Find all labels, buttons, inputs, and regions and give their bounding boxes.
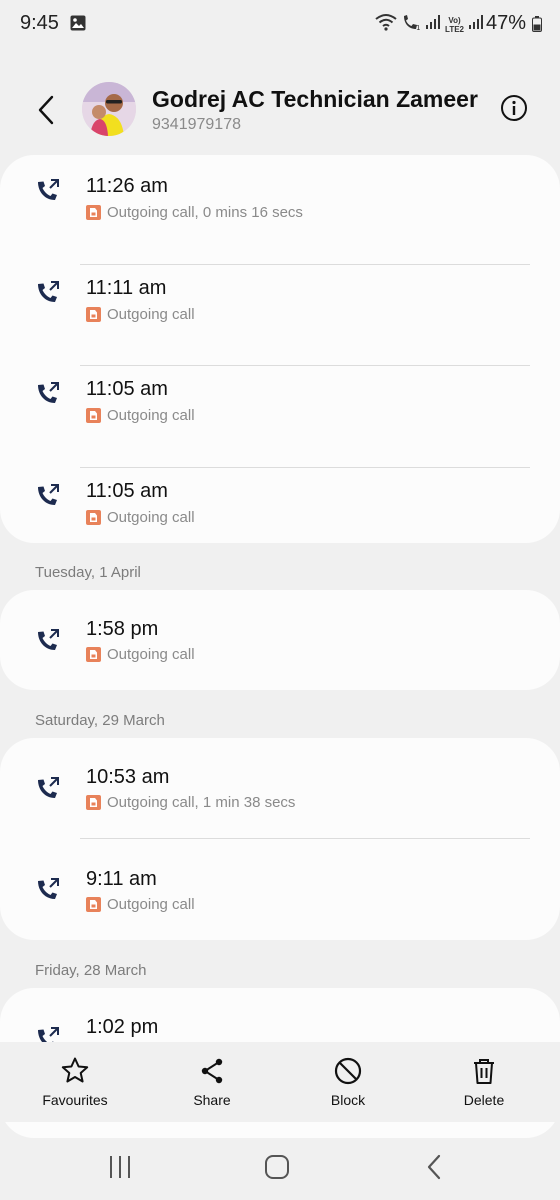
- lte-label: LTE2: [445, 24, 464, 34]
- status-bar: 9:45 1 Vo) LTE2 47%: [0, 0, 560, 48]
- system-nav-bar: [0, 1130, 560, 1200]
- call-group-card: 1:58 pm Outgoing call: [0, 590, 560, 690]
- call-entry[interactable]: 1:58 pm Outgoing call: [0, 590, 560, 690]
- call-detail: Outgoing call, 1 min 38 secs: [86, 794, 295, 811]
- call-detail-text: Outgoing call: [107, 305, 195, 323]
- outgoing-call-icon: [36, 279, 62, 305]
- delete-label: Delete: [463, 1092, 505, 1108]
- call-entry[interactable]: 10:53 am Outgoing call, 1 min 38 secs: [0, 738, 560, 839]
- outgoing-call-icon: [36, 380, 62, 406]
- avatar[interactable]: [82, 82, 136, 136]
- sim-card-icon: [86, 306, 101, 322]
- call-time: 11:05 am: [86, 479, 168, 502]
- outgoing-call-icon: [36, 627, 62, 653]
- sim-card-icon: [86, 897, 101, 912]
- call-detail: Outgoing call: [86, 509, 195, 526]
- call-time: 9:11 am: [86, 868, 157, 890]
- date-header: Friday, 28 March: [35, 962, 147, 979]
- signal-icon: [468, 14, 484, 35]
- action-bar: Favourites Share Block Delete: [0, 1042, 560, 1122]
- status-icons: 1 Vo) LTE2: [375, 13, 484, 36]
- outgoing-call-icon: [36, 876, 62, 902]
- home-icon: [265, 1155, 289, 1179]
- call-detail: Outgoing call: [86, 896, 195, 913]
- contact-number: 9341979178: [152, 116, 241, 133]
- call-time: 11:05 am: [86, 378, 168, 400]
- call-detail: Outgoing call: [86, 646, 195, 663]
- battery-icon: [532, 16, 542, 37]
- sim-card-icon: [86, 509, 101, 525]
- call-detail-text: Outgoing call: [107, 508, 195, 526]
- info-button[interactable]: [500, 94, 528, 122]
- sim-card-icon: [86, 408, 101, 423]
- call-entry[interactable]: 11:26 am Outgoing call, 0 mins 16 secs: [0, 163, 560, 265]
- call-group-card: 11:26 am Outgoing call, 0 mins 16 secs 1…: [0, 155, 560, 543]
- back-arrow-icon: [38, 95, 54, 125]
- recent-apps-button[interactable]: [100, 1152, 140, 1182]
- volte-icon: Vo) LTE2: [445, 16, 464, 34]
- call-time: 10:53 am: [86, 766, 170, 788]
- battery-percent: 47%: [485, 12, 526, 34]
- back-icon: [427, 1154, 441, 1180]
- status-time: 9:45: [20, 12, 59, 34]
- favourites-label: Favourites: [42, 1092, 108, 1108]
- recent-apps-icon: [110, 1156, 130, 1178]
- wifi-icon: [375, 13, 397, 36]
- block-icon: [334, 1057, 362, 1085]
- call-detail-text: Outgoing call: [107, 896, 195, 913]
- date-header: Tuesday, 1 April: [35, 564, 141, 581]
- contact-header: Godrej AC Technician Zameer 9341979178: [0, 80, 560, 140]
- call-time: 11:11 am: [86, 276, 167, 299]
- call-time: 1:58 pm: [86, 618, 159, 640]
- call-detail-text: Outgoing call: [107, 646, 195, 663]
- call-group-card: 10:53 am Outgoing call, 1 min 38 secs 9:…: [0, 738, 560, 940]
- call-entry[interactable]: 11:05 am Outgoing call: [0, 468, 560, 570]
- share-button[interactable]: Share: [162, 1056, 262, 1108]
- contact-name: Godrej AC Technician Zameer: [152, 86, 478, 112]
- sim-card-icon: [86, 795, 101, 810]
- sim-card-icon: [86, 647, 101, 662]
- call-entry[interactable]: 11:05 am Outgoing call: [0, 366, 560, 468]
- back-button[interactable]: [30, 92, 62, 128]
- volte-label: Vo): [448, 15, 461, 25]
- call-detail: Outgoing call, 0 mins 16 secs: [86, 204, 303, 221]
- star-icon: [61, 1057, 89, 1083]
- call-entry[interactable]: 11:11 am Outgoing call: [0, 265, 560, 366]
- share-icon: [201, 1058, 223, 1084]
- date-header: Saturday, 29 March: [35, 712, 165, 729]
- home-button[interactable]: [257, 1152, 297, 1182]
- call-history-page: 9:45 1 Vo) LTE2 47% Godrej AC Technician…: [0, 0, 560, 1200]
- trash-icon: [474, 1059, 494, 1084]
- favourites-button[interactable]: Favourites: [25, 1056, 125, 1108]
- call-time: 11:26 am: [86, 175, 168, 197]
- share-label: Share: [193, 1092, 231, 1108]
- call-detail: Outgoing call: [86, 407, 195, 424]
- nav-back-button[interactable]: [414, 1152, 454, 1182]
- call-entry[interactable]: 9:11 am Outgoing call: [0, 839, 560, 940]
- call-detail-text: Outgoing call: [107, 407, 195, 424]
- svg-text:1: 1: [416, 24, 420, 31]
- call-detail-text: Outgoing call, 1 min 38 secs: [107, 794, 296, 811]
- call-time: 1:02 pm: [86, 1016, 159, 1038]
- outgoing-call-icon: [36, 177, 62, 203]
- signal-icon: [425, 14, 441, 35]
- block-label: Block: [330, 1092, 366, 1108]
- info-icon: [501, 95, 527, 121]
- block-button[interactable]: Block: [298, 1056, 398, 1108]
- outgoing-call-icon: [36, 482, 62, 508]
- call-detail-text: Outgoing call, 0 mins 16 secs: [107, 204, 303, 221]
- delete-button[interactable]: Delete: [434, 1056, 534, 1108]
- call-detail: Outgoing call: [86, 306, 195, 323]
- sim-card-icon: [86, 205, 101, 220]
- wifi-call-icon: 1: [401, 13, 421, 36]
- gallery-icon: [70, 15, 86, 36]
- outgoing-call-icon: [36, 775, 62, 801]
